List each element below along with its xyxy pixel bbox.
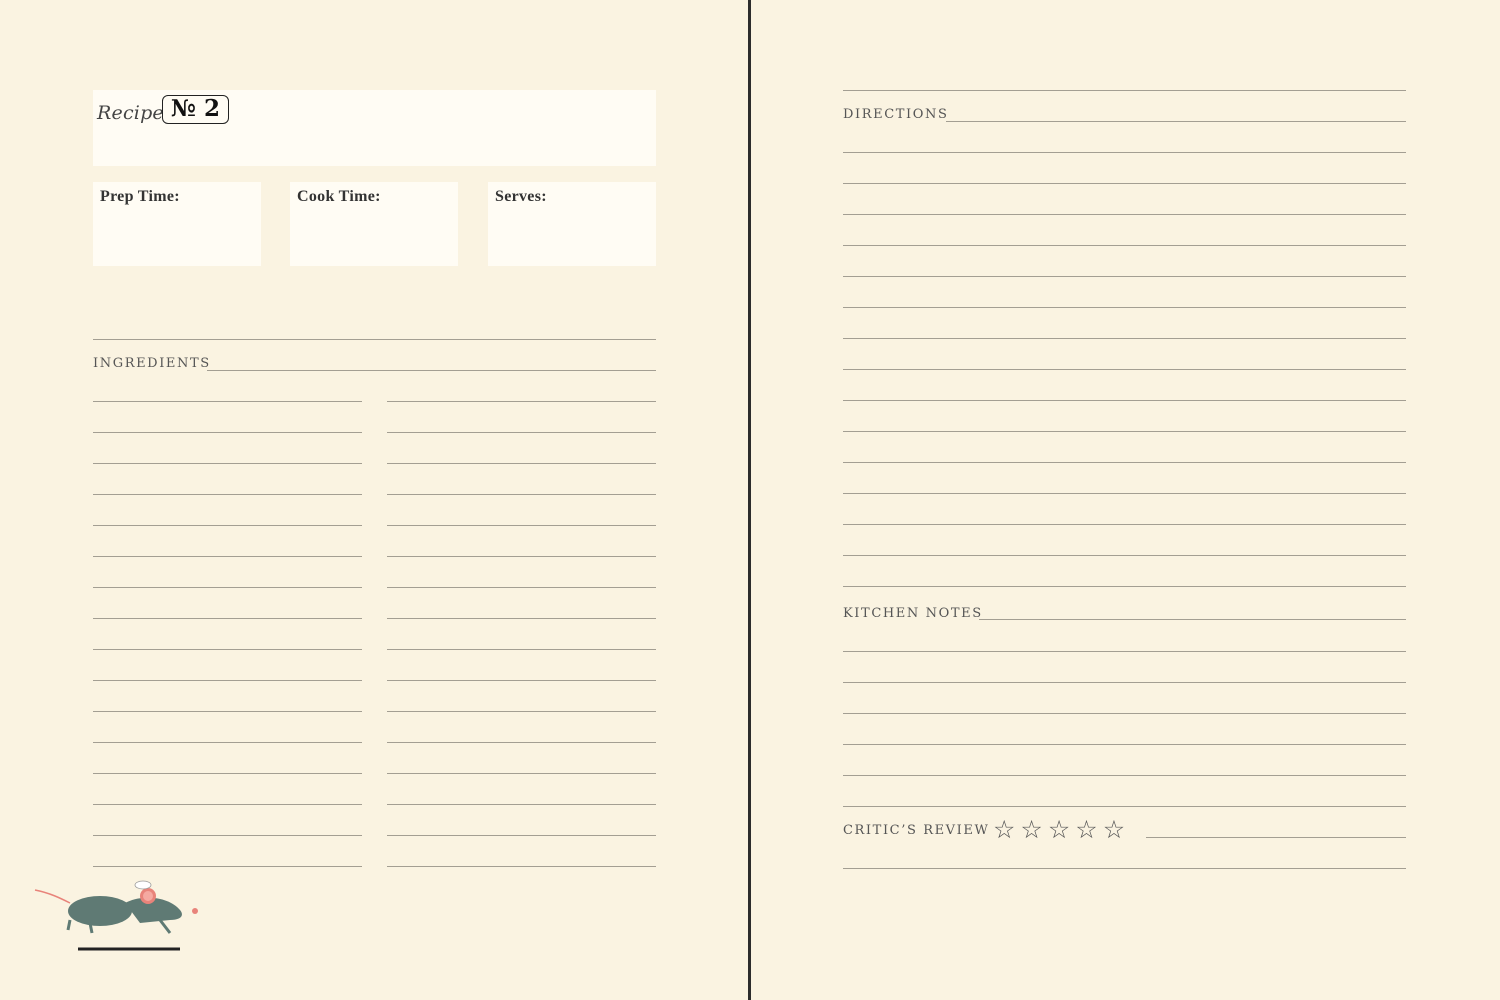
- ingredient-line: [93, 432, 362, 433]
- ingredient-line: [93, 618, 362, 619]
- direction-line: [843, 214, 1406, 215]
- direction-line: [843, 493, 1406, 494]
- ingredient-line: [387, 742, 656, 743]
- chef-mouse-illustration: [34, 880, 198, 951]
- direction-line: [843, 555, 1406, 556]
- ingredient-line: [387, 432, 656, 433]
- rating-star-icon[interactable]: ☆: [1075, 815, 1100, 844]
- direction-line: [843, 307, 1406, 308]
- ingredient-line: [387, 618, 656, 619]
- ingredient-line: [93, 773, 362, 774]
- kitchen-note-line: [843, 744, 1406, 745]
- ingredient-line: [93, 463, 362, 464]
- ingredient-line: [387, 587, 656, 588]
- direction-line: [843, 152, 1406, 153]
- kitchen-note-line: [843, 806, 1406, 807]
- ingredient-line: [387, 525, 656, 526]
- rating-star-icon[interactable]: ☆: [993, 815, 1018, 844]
- ingredient-line: [93, 587, 362, 588]
- ingredient-line: [93, 866, 362, 867]
- ingredient-line: [93, 742, 362, 743]
- direction-line: [843, 183, 1406, 184]
- directions-heading: DIRECTIONS: [843, 107, 949, 122]
- direction-line: [843, 586, 1406, 587]
- prep-time-label: Prep Time:: [100, 188, 180, 205]
- critics-review-bottom-rule: [843, 868, 1406, 869]
- kitchen-note-line: [843, 682, 1406, 683]
- left-page: Recipe № 2 Prep Time: Cook Time: Serves:…: [0, 0, 748, 1000]
- ingredient-line: [93, 401, 362, 402]
- rating-star-icon[interactable]: ☆: [1020, 815, 1045, 844]
- ingredient-line: [387, 556, 656, 557]
- direction-line: [843, 462, 1406, 463]
- ingredient-line: [387, 711, 656, 712]
- direction-line: [843, 245, 1406, 246]
- ingredient-line: [387, 463, 656, 464]
- direction-line: [843, 338, 1406, 339]
- ingredient-line: [387, 680, 656, 681]
- kitchen-notes-heading: KITCHEN NOTES: [843, 606, 983, 621]
- ingredient-line: [387, 804, 656, 805]
- ingredient-line: [387, 401, 656, 402]
- ingredient-line: [387, 649, 656, 650]
- ingredient-line: [93, 556, 362, 557]
- ingredient-line: [387, 773, 656, 774]
- recipe-label: Recipe: [97, 102, 164, 124]
- kitchen-notes-heading-rule: [979, 619, 1406, 620]
- ingredients-heading: INGREDIENTS: [93, 356, 211, 371]
- ingredient-line: [93, 649, 362, 650]
- ingredient-line: [93, 525, 362, 526]
- ingredient-line: [93, 835, 362, 836]
- serves-box[interactable]: Serves:: [488, 182, 656, 266]
- kitchen-note-line: [843, 651, 1406, 652]
- kitchen-note-line: [843, 775, 1406, 776]
- rating-star-icon[interactable]: ☆: [1048, 815, 1073, 844]
- ingredient-line: [93, 711, 362, 712]
- ingredient-line: [93, 494, 362, 495]
- ingredient-line: [93, 804, 362, 805]
- critics-review-rule: [1146, 837, 1406, 838]
- direction-line: [843, 369, 1406, 370]
- cook-time-box[interactable]: Cook Time:: [290, 182, 458, 266]
- ingredient-line: [387, 494, 656, 495]
- cook-time-label: Cook Time:: [297, 188, 381, 205]
- direction-line: [843, 431, 1406, 432]
- recipe-book-spread: Recipe № 2 Prep Time: Cook Time: Serves:…: [0, 0, 1500, 1000]
- prep-time-box[interactable]: Prep Time:: [93, 182, 261, 266]
- directions-top-rule: [843, 90, 1406, 91]
- directions-heading-rule: [946, 121, 1406, 122]
- recipe-number-badge: № 2: [162, 95, 230, 124]
- ingredient-line: [387, 866, 656, 867]
- critic-rating-stars[interactable]: ☆☆☆☆☆: [993, 815, 1130, 844]
- right-page: DIRECTIONS KITCHEN NOTES CRITIC’S REVIEW: [751, 0, 1500, 1000]
- serves-label: Serves:: [495, 188, 547, 205]
- ingredients-heading-rule: [207, 370, 656, 371]
- ingredient-line: [387, 835, 656, 836]
- ingredients-top-rule: [93, 339, 656, 340]
- direction-line: [843, 276, 1406, 277]
- rating-star-icon[interactable]: ☆: [1103, 815, 1128, 844]
- critics-review-heading: CRITIC’S REVIEW: [843, 823, 990, 838]
- direction-line: [843, 524, 1406, 525]
- ingredient-line: [93, 680, 362, 681]
- kitchen-note-line: [843, 713, 1406, 714]
- direction-line: [843, 400, 1406, 401]
